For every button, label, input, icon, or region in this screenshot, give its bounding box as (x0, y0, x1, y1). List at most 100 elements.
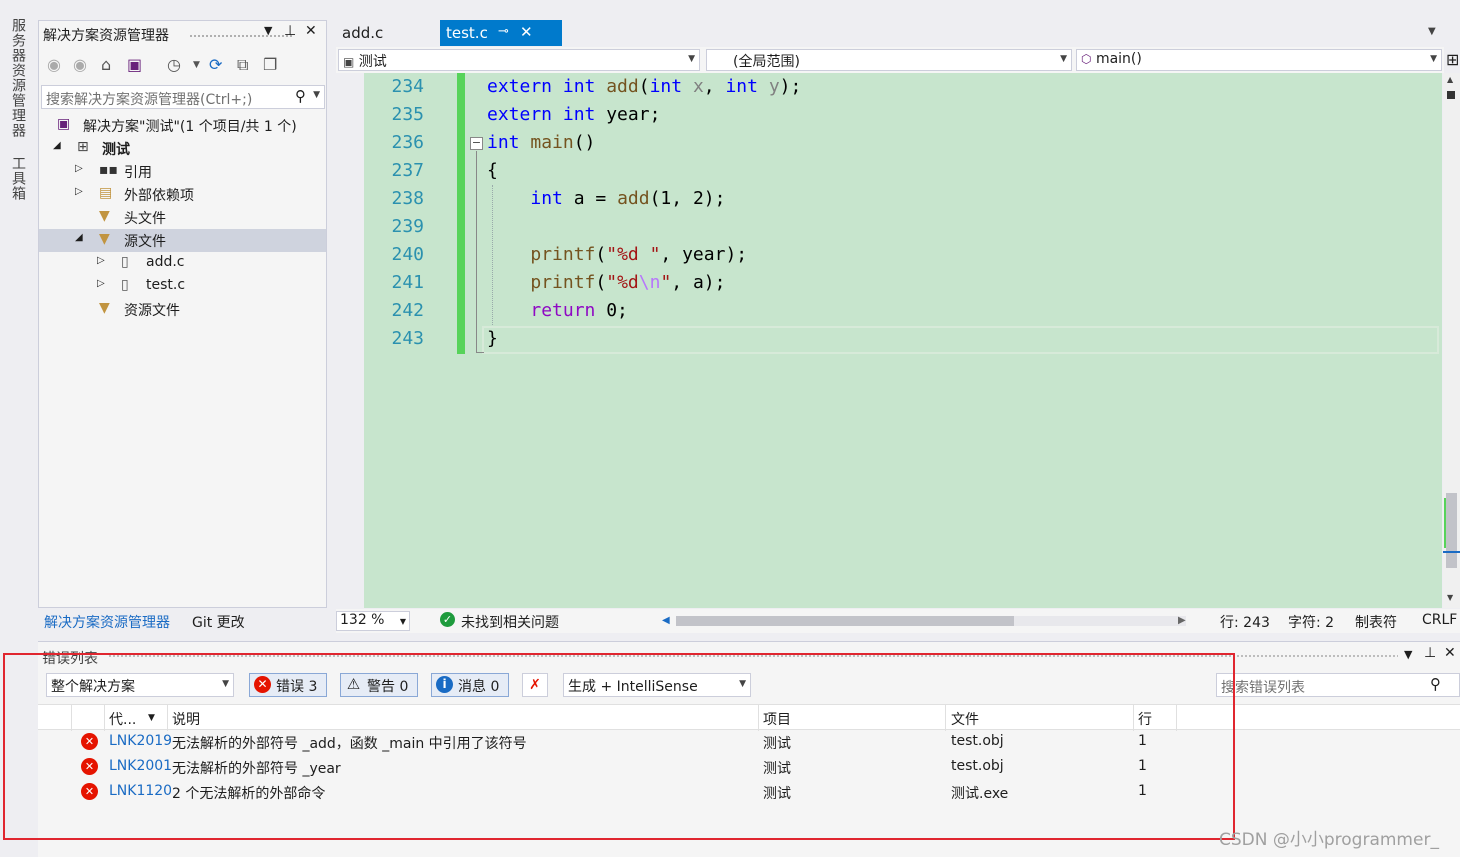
line-indicator[interactable]: 行: 243 (1220, 612, 1270, 632)
tree-item[interactable]: ▷ ▯ add.c (39, 252, 326, 275)
tab-git-changes[interactable]: Git 更改 (192, 612, 245, 632)
scroll-up-icon[interactable]: ▲ (1447, 75, 1453, 84)
split-editor-icon[interactable]: ⊞ (1446, 50, 1459, 69)
forward-icon[interactable]: ◉ (73, 55, 87, 74)
tree-item[interactable]: ◢ ▼ 源文件 (39, 229, 326, 252)
member-dropdown[interactable]: ⬡ main() ▼ (1076, 49, 1442, 71)
tab-add-c[interactable]: add.c (336, 20, 389, 46)
tab-add-c-label: add.c (342, 24, 384, 42)
search-icon[interactable]: ⚲ (295, 87, 306, 105)
close-icon[interactable]: ✕ (305, 23, 317, 39)
solution-bottom-tabs: 解决方案资源管理器 Git 更改 (38, 609, 327, 633)
close-icon[interactable]: ✕ (1444, 645, 1456, 661)
code-token: int (649, 76, 693, 97)
expand-arrow-icon[interactable]: ◢ (53, 140, 61, 151)
code-line[interactable]: extern int add(int x, int y); (487, 73, 1437, 101)
pending-changes-filter-icon[interactable]: ◷ (167, 55, 181, 74)
panel-menu-dropdown-icon[interactable]: ▼ (264, 24, 272, 37)
code-line[interactable]: int a = add(1, 2); (487, 185, 1437, 213)
code-line[interactable]: printf("%d ", year); (487, 241, 1437, 269)
side-tab-toolbox[interactable]: 工具箱 (8, 156, 28, 201)
code-line[interactable]: extern int year; (487, 101, 1437, 129)
line-number: 236 (391, 132, 424, 153)
document-tabs: add.c test.c ⊸ ✕ ▼ (336, 20, 1446, 46)
filter-dropdown-icon[interactable]: ▼ (193, 60, 200, 70)
tab-list-dropdown-icon[interactable]: ▼ (1428, 26, 1436, 37)
tree-item-label: 解决方案"测试"(1 个项目/共 1 个) (83, 119, 297, 135)
scroll-right-icon[interactable]: ▶ (1178, 615, 1186, 626)
switch-views-icon[interactable]: ▣ (127, 55, 142, 74)
code-line[interactable]: printf("%d\n", a); (487, 269, 1437, 297)
expand-arrow-icon[interactable]: ▷ (75, 163, 83, 174)
eol-indicator[interactable]: CRLF (1422, 612, 1457, 628)
tree-item-label: 外部依赖项 (124, 188, 194, 204)
char-indicator[interactable]: 字符: 2 (1288, 612, 1334, 632)
change-tracking-bar (457, 73, 465, 354)
line-number: 242 (391, 300, 424, 321)
tree-item[interactable]: ▼ 资源文件 (39, 298, 326, 321)
editor-vertical-scrollbar[interactable]: ▲ ▼ (1443, 73, 1460, 608)
issues-status[interactable]: 未找到相关问题 (461, 612, 559, 632)
home-icon[interactable]: ⌂ (101, 55, 111, 74)
tab-test-c[interactable]: test.c ⊸ ✕ (440, 20, 562, 46)
search-icon[interactable]: ⚲ (1430, 675, 1441, 693)
code-line[interactable]: return 0; (487, 297, 1437, 325)
expand-arrow-icon[interactable]: ▷ (75, 186, 83, 197)
code-token: , year); (660, 244, 748, 265)
search-options-dropdown-icon[interactable]: ▼ (313, 90, 320, 100)
fold-toggle-icon[interactable]: − (470, 137, 483, 150)
tree-item[interactable]: ◢ ⊞ 测试 (39, 137, 326, 160)
expand-arrow-icon[interactable]: ▷ (97, 278, 105, 289)
project-dropdown[interactable]: ▣ 测试 ▼ (338, 49, 700, 71)
tree-item[interactable]: ▷ ▯ test.c (39, 275, 326, 298)
code-token: int (487, 132, 531, 153)
indent-indicator[interactable]: 制表符 (1355, 612, 1397, 632)
code-line[interactable]: { (487, 157, 1437, 185)
scroll-thumb[interactable] (1446, 493, 1457, 568)
scroll-left-icon[interactable]: ◀ (662, 615, 670, 626)
tree-item[interactable]: ▣ 解决方案"测试"(1 个项目/共 1 个) (39, 114, 326, 137)
line-numbers: 234 235 236 237 238 239 240 241 242 243 (374, 73, 424, 353)
code-line[interactable] (487, 213, 1437, 241)
tab-solution-explorer[interactable]: 解决方案资源管理器 (44, 612, 170, 632)
tree-item-label: 资源文件 (124, 303, 180, 319)
code-text[interactable]: extern int add(int x, int y); extern int … (487, 73, 1437, 353)
tree-item-label: 测试 (102, 142, 130, 158)
solution-search-box[interactable]: 搜索解决方案资源管理器(Ctrl+;) ⚲ ▼ (41, 85, 325, 109)
tab-close-icon[interactable]: ✕ (520, 23, 533, 41)
scroll-down-icon[interactable]: ▼ (1447, 593, 1453, 602)
code-token: main (530, 132, 574, 153)
line-number: 243 (391, 328, 424, 349)
zoom-dropdown[interactable]: 132 % ▼ (336, 611, 410, 631)
code-editor[interactable]: 234 235 236 237 238 239 240 241 242 243 − extern … (336, 73, 1442, 608)
back-icon[interactable]: ◉ (47, 55, 61, 74)
chevron-down-icon: ▼ (1060, 54, 1067, 64)
pin-icon[interactable]: ⊥ (1424, 645, 1436, 661)
code-line[interactable]: } (487, 325, 1437, 353)
code-line[interactable]: int main() (487, 129, 1437, 157)
side-tab-server-explorer[interactable]: 服务器资源管理器 (8, 18, 28, 138)
scope-dropdown[interactable]: (全局范围) ▼ (706, 49, 1072, 71)
tree-item[interactable]: ▷ ▪▪ 引用 (39, 160, 326, 183)
panel-menu-dropdown-icon[interactable]: ▼ (1404, 648, 1412, 661)
pin-icon[interactable]: ⊥ (284, 23, 296, 39)
code-token: year; (606, 104, 661, 125)
tree-item[interactable]: ▼ 头文件 (39, 206, 326, 229)
code-token: { (487, 160, 498, 181)
tab-pin-icon[interactable]: ⊸ (498, 24, 509, 39)
horizontal-scroll-thumb[interactable] (676, 616, 1014, 626)
horizontal-scrollbar[interactable] (676, 616, 1186, 626)
collapse-all-icon[interactable]: ⧉ (237, 55, 248, 75)
solution-explorer-title: 解决方案资源管理器 (43, 28, 169, 44)
c-file-icon: ▯ (121, 277, 129, 293)
error-search-box[interactable]: 搜索错误列表 ⚲ (1216, 673, 1460, 697)
sync-icon[interactable]: ⟳ (209, 55, 222, 74)
expand-arrow-icon[interactable]: ▷ (97, 255, 105, 266)
code-token: int (725, 76, 769, 97)
member-dropdown-value: main() (1095, 51, 1142, 67)
tree-item[interactable]: ▷ ▤ 外部依赖项 (39, 183, 326, 206)
expand-arrow-icon[interactable]: ◢ (75, 232, 83, 243)
show-all-files-icon[interactable]: ❐ (263, 55, 277, 74)
